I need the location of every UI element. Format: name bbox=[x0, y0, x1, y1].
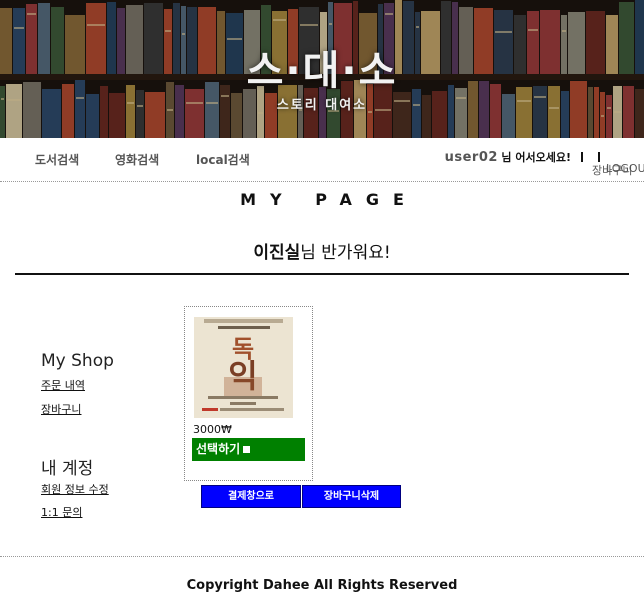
page-title: MY PAGE bbox=[240, 190, 418, 209]
select-item-button[interactable]: 선택하기 bbox=[192, 438, 305, 461]
select-label: 선택하기 bbox=[196, 442, 241, 456]
logo-title: 스·대·소 bbox=[246, 48, 398, 94]
footer-divider bbox=[0, 556, 644, 557]
greeting-name: 이진실 bbox=[253, 243, 301, 263]
separator bbox=[598, 152, 600, 162]
logo-subtitle: 스토리 대여소 bbox=[276, 98, 368, 113]
username: user02 bbox=[444, 150, 498, 165]
nav-movie-search[interactable]: 영화검색 bbox=[115, 151, 159, 168]
go-to-payment-button[interactable]: 결제창으로 bbox=[201, 485, 301, 508]
sidebar-link-edit-profile[interactable]: 회원 정보 수정 bbox=[41, 481, 109, 497]
cart-item-card: 독 익 3000₩ 선택하기 bbox=[184, 306, 313, 481]
main-nav: 도서검색 영화검색 local검색 user02 님 어서오세요! 장바구니 L… bbox=[0, 138, 644, 182]
poster-art: 독 익 bbox=[194, 317, 293, 418]
logout-link[interactable]: LOGOUT bbox=[606, 162, 644, 175]
footer-copyright: Copyright Dahee All Rights Reserved bbox=[186, 578, 458, 593]
welcome-text: 님 어서오세요! bbox=[501, 151, 571, 164]
site-logo[interactable]: 스·대·소 스토리 대여소 bbox=[0, 48, 644, 113]
greeting-text: 님 반가워요! bbox=[300, 243, 391, 263]
sidebar-heading-account: 내 계정 bbox=[41, 459, 94, 479]
sidebar-link-cart[interactable]: 장바구니 bbox=[41, 401, 81, 417]
separator bbox=[580, 152, 583, 162]
divider bbox=[15, 273, 629, 275]
nav-book-search[interactable]: 도서검색 bbox=[35, 151, 79, 168]
greeting: 이진실님 반가워요! bbox=[0, 238, 644, 263]
sidebar-heading-shop: My Shop bbox=[41, 351, 114, 371]
header-banner: 스·대·소 스토리 대여소 bbox=[0, 0, 644, 138]
user-box: user02 님 어서오세요! 장바구니 LOGOUT bbox=[444, 149, 644, 177]
sidebar-link-inquiry[interactable]: 1:1 문의 bbox=[41, 504, 82, 520]
delete-cart-button[interactable]: 장바구니삭제 bbox=[302, 485, 401, 508]
nav-local-search[interactable]: local검색 bbox=[196, 151, 250, 168]
item-price: 3000₩ bbox=[193, 423, 232, 436]
checkbox-icon[interactable] bbox=[243, 446, 251, 453]
sidebar-link-orders[interactable]: 주문 내역 bbox=[41, 377, 85, 393]
movie-poster[interactable]: 독 익 bbox=[194, 317, 293, 418]
